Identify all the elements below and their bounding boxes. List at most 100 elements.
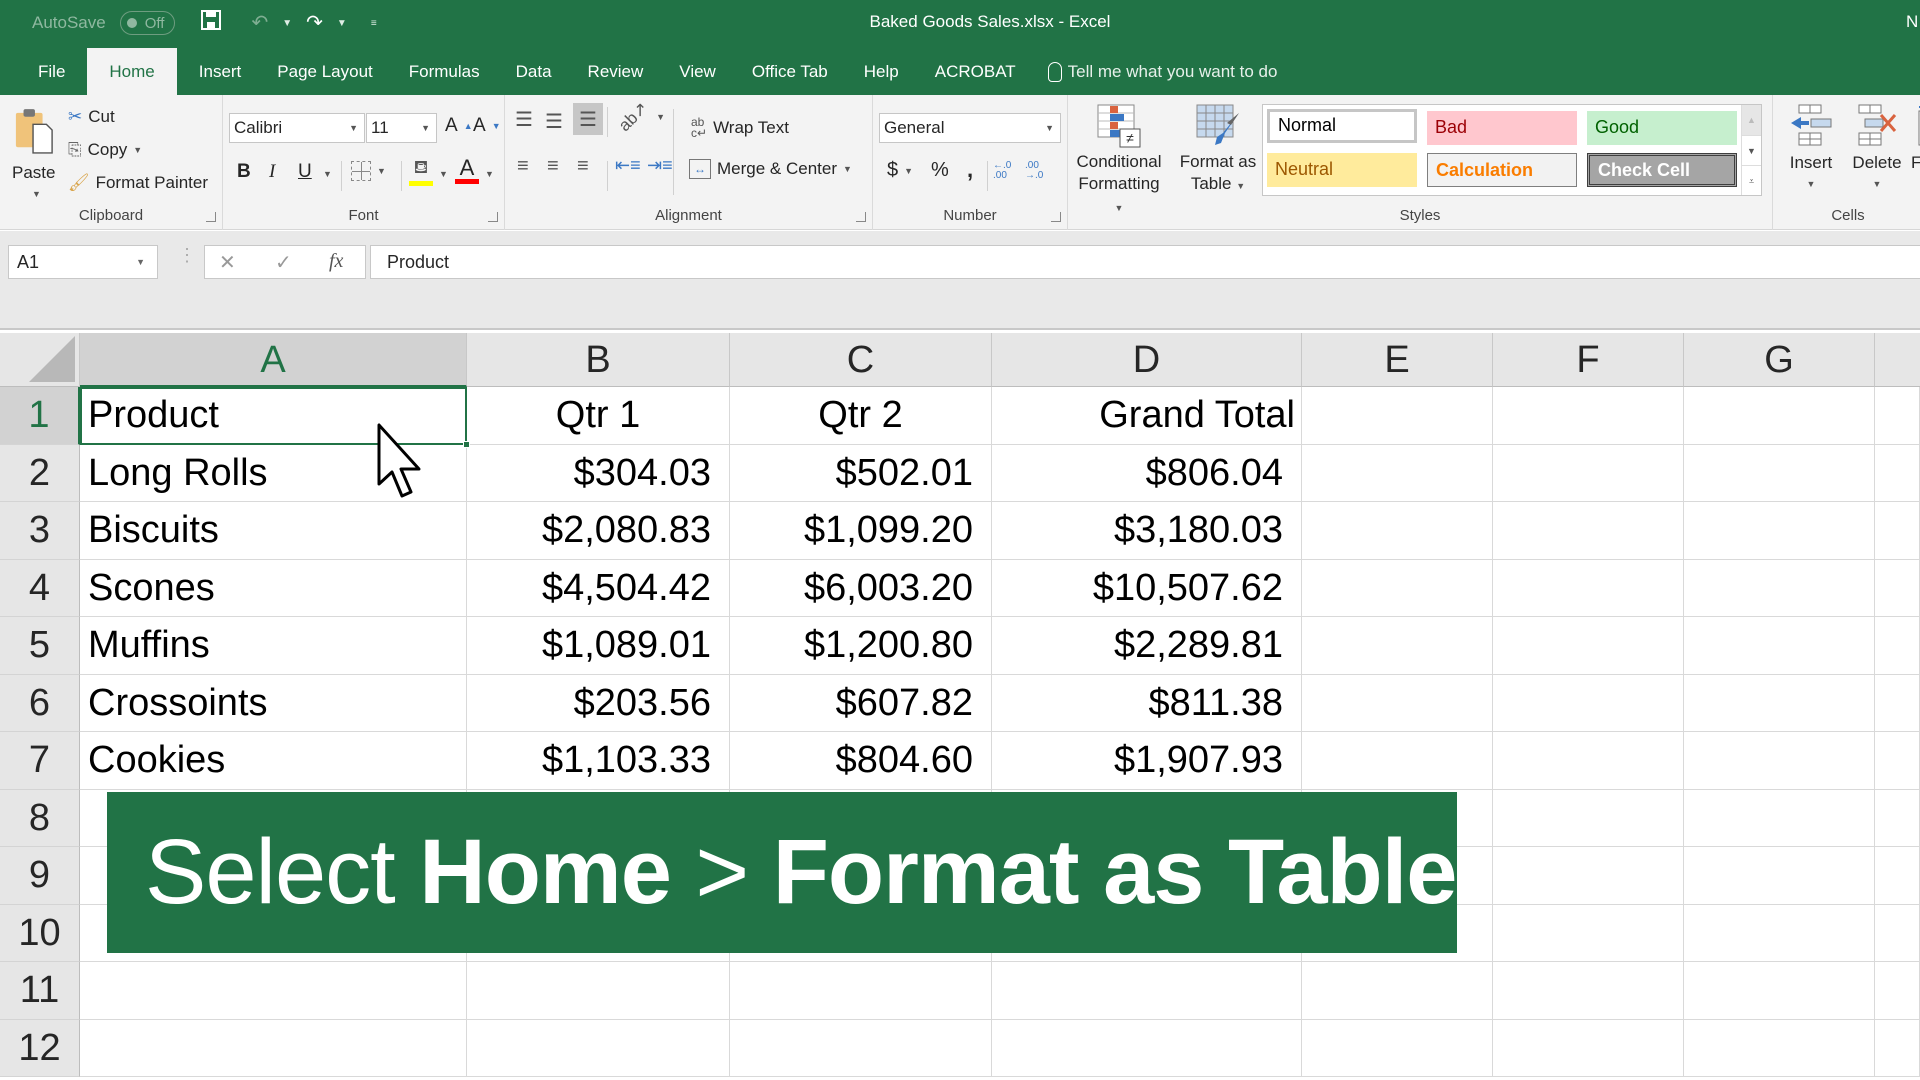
cell-g1[interactable] bbox=[1684, 387, 1875, 445]
cell-h8[interactable] bbox=[1875, 789, 1920, 847]
increase-indent-button[interactable]: ⇥≡ bbox=[647, 155, 673, 176]
copy-button[interactable]: ⎘ Copy ▼ bbox=[68, 140, 142, 160]
insert-cells-button[interactable]: Insert ▼ bbox=[1783, 103, 1839, 189]
cell-e2[interactable] bbox=[1302, 444, 1493, 502]
borders-dropdown-icon[interactable]: ▼ bbox=[377, 166, 386, 176]
cell-c6[interactable]: $607.82 bbox=[730, 674, 992, 732]
accounting-dropdown-icon[interactable]: ▼ bbox=[904, 166, 913, 176]
style-normal[interactable]: Normal bbox=[1267, 109, 1417, 143]
align-center-button[interactable]: ≡ bbox=[547, 155, 559, 178]
cell-h2[interactable] bbox=[1875, 444, 1920, 502]
fill-color-button[interactable]: ⛾ bbox=[409, 157, 433, 186]
column-header-a[interactable]: A bbox=[80, 333, 467, 387]
cell-f12[interactable] bbox=[1493, 1019, 1684, 1077]
cell-h5[interactable] bbox=[1875, 617, 1920, 675]
row-header-6[interactable]: 6 bbox=[0, 674, 80, 732]
cell-b6[interactable]: $203.56 bbox=[467, 674, 730, 732]
orientation-dropdown-icon[interactable]: ▼ bbox=[656, 112, 665, 122]
cell-e6[interactable] bbox=[1302, 674, 1493, 732]
cell-g2[interactable] bbox=[1684, 444, 1875, 502]
clipboard-launcher-icon[interactable] bbox=[206, 212, 216, 222]
insert-function-icon[interactable]: fx bbox=[329, 250, 343, 273]
top-align-button[interactable]: ☰ bbox=[515, 107, 533, 132]
row-header-2[interactable]: 2 bbox=[0, 444, 80, 502]
cell-a7[interactable]: Cookies bbox=[80, 732, 467, 790]
row-header-9[interactable]: 9 bbox=[0, 847, 80, 905]
cell-g9[interactable] bbox=[1684, 847, 1875, 905]
merge-dropdown-icon[interactable]: ▼ bbox=[843, 164, 852, 174]
cell-h7[interactable] bbox=[1875, 732, 1920, 790]
tab-view[interactable]: View bbox=[661, 48, 734, 95]
tab-data[interactable]: Data bbox=[498, 48, 570, 95]
cell-h11[interactable] bbox=[1875, 962, 1920, 1020]
row-header-12[interactable]: 12 bbox=[0, 1019, 80, 1077]
cell-h3[interactable] bbox=[1875, 502, 1920, 560]
cell-g5[interactable] bbox=[1684, 617, 1875, 675]
cell-g11[interactable] bbox=[1684, 962, 1875, 1020]
select-all-button[interactable] bbox=[0, 333, 80, 387]
font-size-select[interactable]: 11 ▼ bbox=[366, 113, 437, 143]
column-header-g[interactable]: G bbox=[1684, 333, 1875, 387]
cell-d1[interactable]: Grand Total bbox=[992, 387, 1302, 445]
style-calculation[interactable]: Calculation bbox=[1427, 153, 1577, 187]
number-launcher-icon[interactable] bbox=[1051, 212, 1061, 222]
font-color-dropdown-icon[interactable]: ▼ bbox=[485, 169, 494, 179]
bold-button[interactable]: B bbox=[237, 161, 251, 183]
row-header-3[interactable]: 3 bbox=[0, 502, 80, 560]
cell-f2[interactable] bbox=[1493, 444, 1684, 502]
cell-g4[interactable] bbox=[1684, 559, 1875, 617]
style-good[interactable]: Good bbox=[1587, 111, 1737, 145]
decrease-font-size-button[interactable]: A ▼ bbox=[473, 115, 501, 137]
wrap-text-button[interactable]: ab c↵ Wrap Text bbox=[691, 116, 789, 139]
conditional-formatting-button[interactable]: ≠ Conditional Formatting ▼ bbox=[1074, 103, 1164, 213]
cell-f1[interactable] bbox=[1493, 387, 1684, 445]
cell-d4[interactable]: $10,507.62 bbox=[992, 559, 1302, 617]
tab-file[interactable]: File bbox=[20, 48, 83, 95]
row-header-11[interactable]: 11 bbox=[0, 962, 80, 1020]
alignment-launcher-icon[interactable] bbox=[856, 212, 866, 222]
cell-e7[interactable] bbox=[1302, 732, 1493, 790]
cell-h12[interactable] bbox=[1875, 1019, 1920, 1077]
fill-handle[interactable] bbox=[463, 440, 470, 448]
cell-c3[interactable]: $1,099.20 bbox=[730, 502, 992, 560]
formula-bar-resize-handle[interactable]: ⋮ bbox=[178, 246, 196, 264]
comma-style-button[interactable]: , bbox=[967, 157, 973, 183]
cell-d7[interactable]: $1,907.93 bbox=[992, 732, 1302, 790]
merge-center-button[interactable]: ↔ Merge & Center ▼ bbox=[689, 159, 852, 179]
font-name-select[interactable]: Calibri ▼ bbox=[229, 113, 365, 143]
cell-c1[interactable]: Qtr 2 bbox=[730, 387, 992, 445]
decrease-indent-button[interactable]: ⇤≡ bbox=[615, 155, 641, 176]
tab-help[interactable]: Help bbox=[846, 48, 917, 95]
cell-h9[interactable] bbox=[1875, 847, 1920, 905]
middle-align-button[interactable]: ☰ bbox=[545, 109, 563, 134]
cell-a5[interactable]: Muffins bbox=[80, 617, 467, 675]
tab-home[interactable]: Home bbox=[87, 48, 177, 95]
cell-a12[interactable] bbox=[80, 1019, 467, 1077]
tab-formulas[interactable]: Formulas bbox=[391, 48, 498, 95]
cell-f5[interactable] bbox=[1493, 617, 1684, 675]
paste-button[interactable]: Paste ▼ bbox=[6, 103, 62, 203]
cancel-icon[interactable]: ✕ bbox=[219, 250, 236, 275]
cell-a3[interactable]: Biscuits bbox=[80, 502, 467, 560]
style-check-cell[interactable]: Check Cell bbox=[1587, 153, 1737, 187]
cell-h4[interactable] bbox=[1875, 559, 1920, 617]
fill-color-dropdown-icon[interactable]: ▼ bbox=[439, 169, 448, 179]
align-left-button[interactable]: ≡ bbox=[517, 155, 529, 178]
cell-c12[interactable] bbox=[730, 1019, 992, 1077]
cell-e1[interactable] bbox=[1302, 387, 1493, 445]
number-format-select[interactable]: General ▼ bbox=[879, 113, 1061, 143]
cell-e3[interactable] bbox=[1302, 502, 1493, 560]
formula-input[interactable]: Product bbox=[370, 245, 1920, 279]
cell-h1[interactable] bbox=[1875, 387, 1920, 445]
cell-c5[interactable]: $1,200.80 bbox=[730, 617, 992, 675]
tab-insert[interactable]: Insert bbox=[181, 48, 260, 95]
tab-page-layout[interactable]: Page Layout bbox=[259, 48, 390, 95]
italic-button[interactable]: I bbox=[269, 161, 275, 183]
cell-b11[interactable] bbox=[467, 962, 730, 1020]
style-bad[interactable]: Bad bbox=[1427, 111, 1577, 145]
tab-office-tab[interactable]: Office Tab bbox=[734, 48, 846, 95]
row-header-4[interactable]: 4 bbox=[0, 559, 80, 617]
cell-f8[interactable] bbox=[1493, 789, 1684, 847]
column-header-f[interactable]: F bbox=[1493, 333, 1684, 387]
name-box[interactable]: A1 ▼ bbox=[8, 245, 158, 279]
